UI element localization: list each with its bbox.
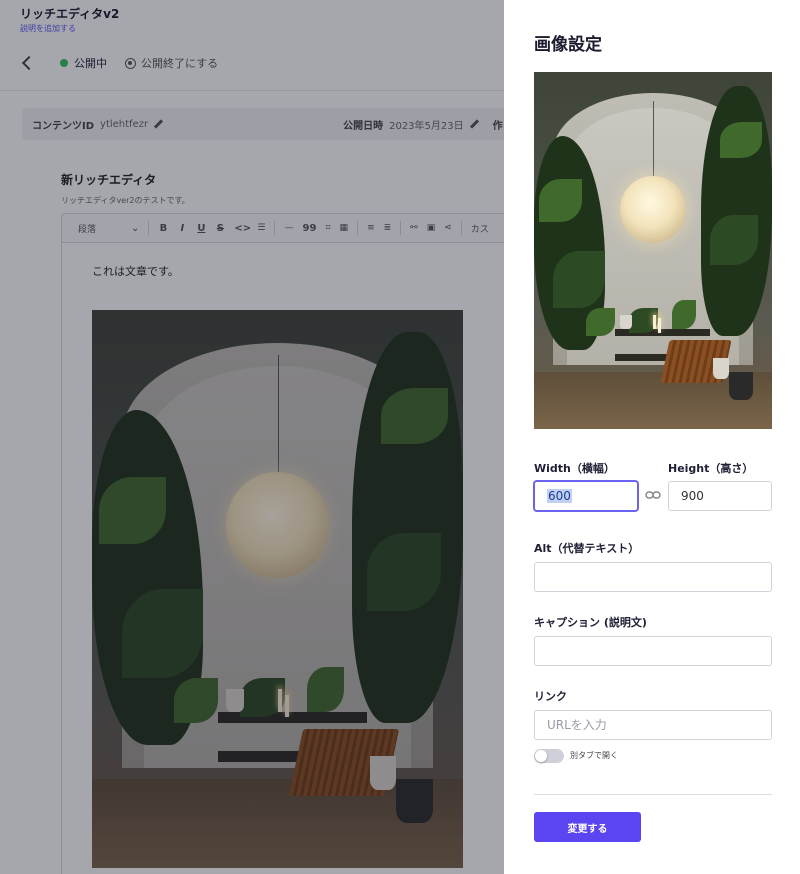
plant-room-photo [534, 72, 772, 429]
new-tab-label: 別タブで開く [570, 751, 618, 760]
panel-divider [534, 794, 772, 795]
alt-input[interactable] [534, 562, 772, 592]
width-value: 600 [547, 489, 572, 503]
image-settings-panel: 画像設定 Width（横幅） 600 Height（高さ） 900 Alt（代替… [504, 0, 800, 874]
modal-backdrop[interactable] [0, 0, 504, 874]
caption-label: キャプション (説明文) [534, 616, 647, 629]
caption-input[interactable] [534, 636, 772, 666]
height-label: Height（高さ） [668, 462, 754, 475]
aspect-ratio-link-icon[interactable] [645, 488, 661, 502]
new-tab-toggle[interactable] [534, 749, 564, 763]
link-url-input[interactable] [534, 710, 772, 740]
width-label: Width（横幅） [534, 462, 615, 475]
alt-label: Alt（代替テキスト） [534, 542, 640, 555]
panel-title: 画像設定 [534, 35, 602, 55]
height-input[interactable]: 900 [668, 481, 772, 511]
image-preview [534, 72, 772, 429]
width-input[interactable]: 600 [534, 481, 638, 511]
save-button[interactable]: 変更する [534, 812, 641, 842]
height-value: 900 [681, 489, 704, 503]
link-label: リンク [534, 690, 567, 703]
